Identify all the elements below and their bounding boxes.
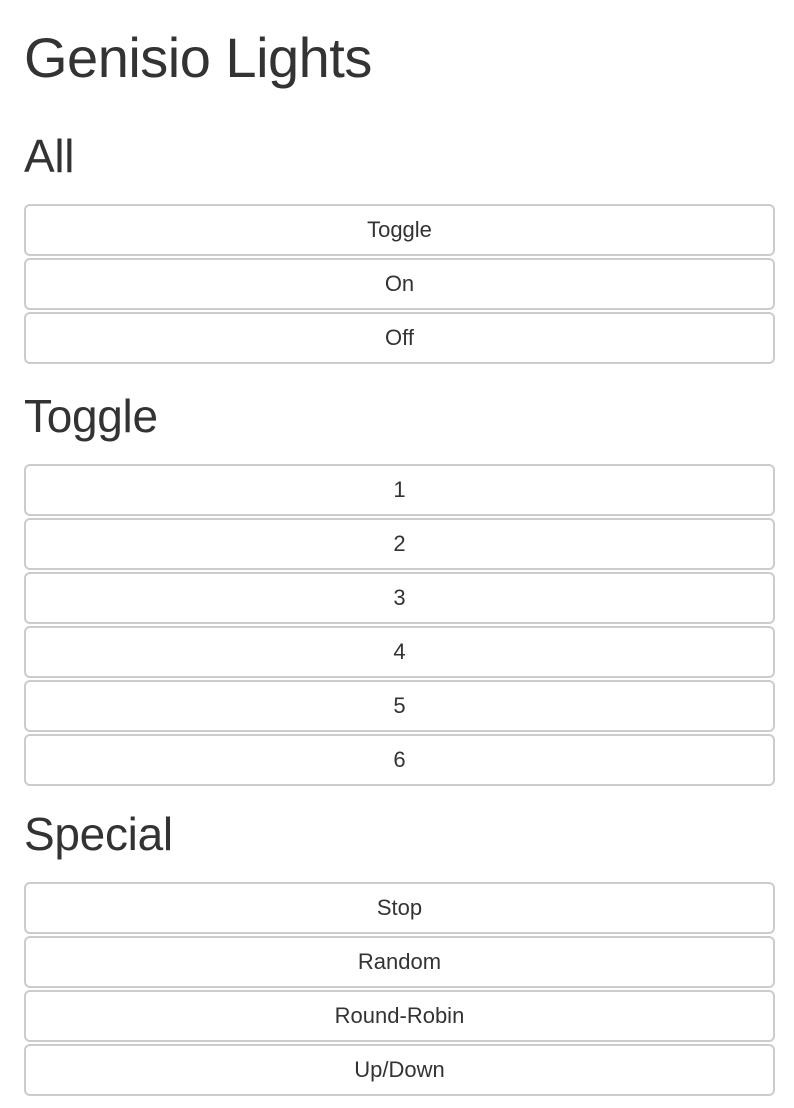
section-toggle: Toggle 1 2 3 4 5 6 bbox=[24, 390, 775, 788]
toggle-light-5-button[interactable]: 5 bbox=[24, 680, 775, 732]
section-all: All Toggle On Off bbox=[24, 130, 775, 366]
toggle-button-group: 1 2 3 4 5 6 bbox=[24, 464, 775, 788]
round-robin-button[interactable]: Round-Robin bbox=[24, 990, 775, 1042]
section-title-all: All bbox=[24, 130, 75, 182]
toggle-light-1-button[interactable]: 1 bbox=[24, 464, 775, 516]
page-container: Genisio Lights All Toggle On Off Toggle … bbox=[0, 0, 794, 1096]
special-button-group: Stop Random Round-Robin Up/Down bbox=[24, 882, 775, 1098]
all-off-button[interactable]: Off bbox=[24, 312, 775, 364]
random-button[interactable]: Random bbox=[24, 936, 775, 988]
section-special: Special Stop Random Round-Robin Up/Down bbox=[24, 808, 775, 1098]
toggle-light-2-button[interactable]: 2 bbox=[24, 518, 775, 570]
stop-button[interactable]: Stop bbox=[24, 882, 775, 934]
all-toggle-button[interactable]: Toggle bbox=[24, 204, 775, 256]
toggle-light-3-button[interactable]: 3 bbox=[24, 572, 775, 624]
up-down-button[interactable]: Up/Down bbox=[24, 1044, 775, 1096]
all-button-group: Toggle On Off bbox=[24, 204, 775, 366]
page-title: Genisio Lights bbox=[24, 26, 372, 89]
section-title-special: Special bbox=[24, 808, 173, 860]
toggle-light-4-button[interactable]: 4 bbox=[24, 626, 775, 678]
toggle-light-6-button[interactable]: 6 bbox=[24, 734, 775, 786]
section-title-toggle: Toggle bbox=[24, 390, 158, 442]
all-on-button[interactable]: On bbox=[24, 258, 775, 310]
